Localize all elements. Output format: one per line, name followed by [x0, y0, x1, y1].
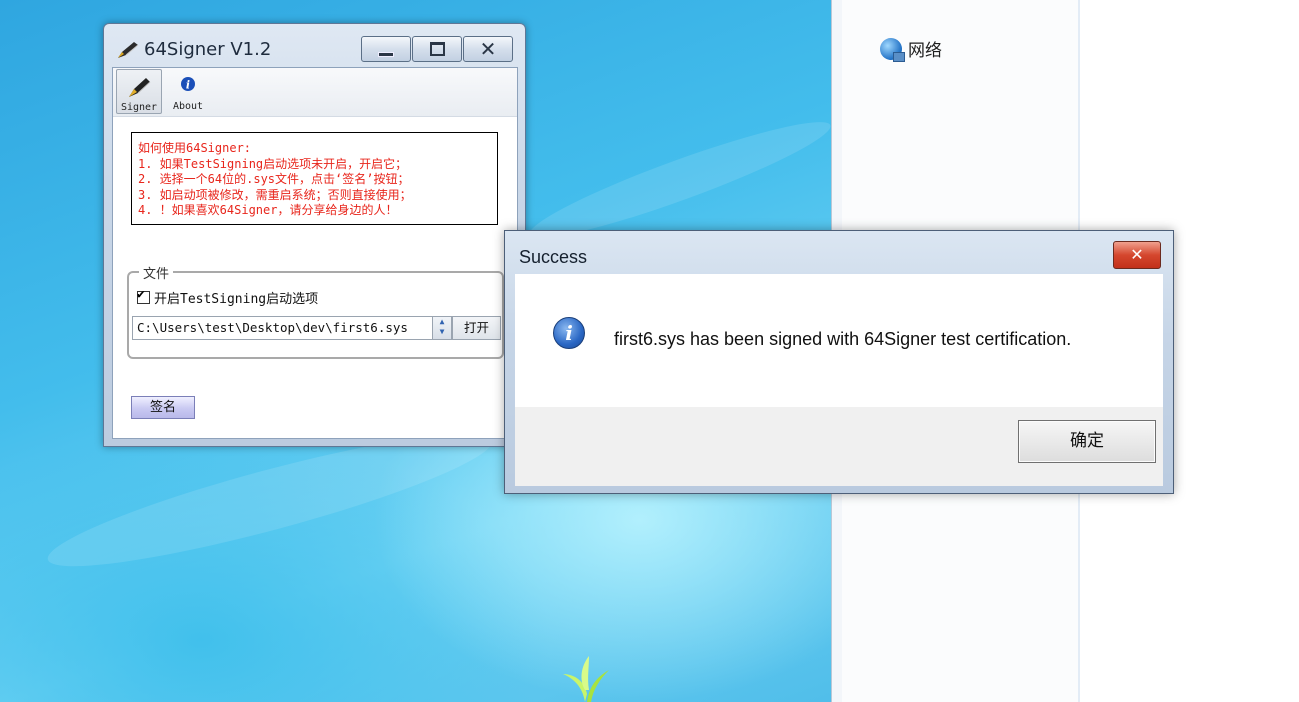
nav-item-network[interactable]: 网络: [880, 36, 942, 62]
dialog-title: Success: [519, 247, 588, 267]
dialog-footer: 确定: [515, 407, 1163, 486]
minimize-button[interactable]: [361, 36, 411, 62]
close-icon: ✕: [479, 37, 497, 61]
about-info-icon: i: [181, 77, 195, 92]
file-groupbox: 文件 开启TestSigning启动选项 C:\Users\test\Deskt…: [127, 263, 504, 359]
toolbar-about-label: About: [172, 101, 204, 112]
toolbar: Signer i About: [113, 68, 517, 117]
signer-client-area: Signer i About 如何使用64Signer: 1. 如果TestSig…: [112, 67, 518, 439]
close-button[interactable]: ✕: [463, 36, 513, 62]
close-icon: ✕: [1130, 245, 1144, 264]
testsigning-checkbox[interactable]: 开启TestSigning启动选项: [137, 287, 319, 307]
wallpaper-plant-icon: [563, 656, 609, 702]
signer-window: 64Signer V1.2 ✕ Signer i About 如何使用64Sig…: [103, 23, 526, 447]
info-icon: i: [553, 317, 585, 349]
sign-button[interactable]: 签名: [131, 396, 195, 419]
testsigning-checkbox-label: 开启TestSigning启动选项: [154, 292, 319, 307]
network-globe-icon: [880, 37, 905, 62]
svg-text:i: i: [186, 79, 190, 92]
dialog-message: first6.sys has been signed with 64Signer…: [614, 329, 1072, 349]
dialog-body: i first6.sys has been signed with 64Sign…: [515, 274, 1163, 407]
fountain-pen-icon: [129, 78, 151, 97]
checkbox-checked-icon[interactable]: [137, 287, 150, 304]
dialog-close-button[interactable]: ✕: [1113, 241, 1161, 269]
instruction-line: 4. ！如果喜欢64Signer，请分享给身边的人！: [138, 203, 398, 217]
file-path-combobox[interactable]: C:\Users\test\Desktop\dev\first6.sys ▲ ▼: [132, 316, 452, 340]
toolbar-signer-button[interactable]: Signer: [116, 69, 162, 114]
combo-spin-arrows-icon[interactable]: ▲ ▼: [432, 317, 451, 339]
instruction-line: 1. 如果TestSigning启动选项未开启，开启它；: [138, 156, 408, 171]
success-dialog: Success ✕ i first6.sys has been signed w…: [504, 230, 1174, 494]
toolbar-signer-label: Signer: [120, 102, 158, 113]
window-title: 64Signer V1.2: [144, 39, 272, 60]
instructions-box: 如何使用64Signer: 1. 如果TestSigning启动选项未开启，开启它…: [131, 132, 498, 225]
file-path-value: C:\Users\test\Desktop\dev\first6.sys: [137, 320, 408, 335]
fountain-pen-icon: [118, 42, 139, 58]
ok-button[interactable]: 确定: [1018, 420, 1156, 463]
toolbar-about-button[interactable]: i About: [165, 69, 211, 114]
instruction-line: 3. 如启动项被修改，需重启系统；否则直接使用；: [138, 187, 412, 202]
open-file-button[interactable]: 打开: [452, 316, 501, 340]
nav-item-network-label: 网络: [908, 41, 942, 61]
instruction-line: 如何使用64Signer:: [138, 141, 252, 155]
maximize-button[interactable]: [412, 36, 462, 62]
maximize-icon: [429, 42, 445, 56]
file-groupbox-legend: 文件: [139, 263, 174, 282]
minimize-icon: [378, 51, 394, 57]
instruction-line: 2. 选择一个64位的.sys文件，点击‘签名’按钮；: [138, 172, 410, 186]
